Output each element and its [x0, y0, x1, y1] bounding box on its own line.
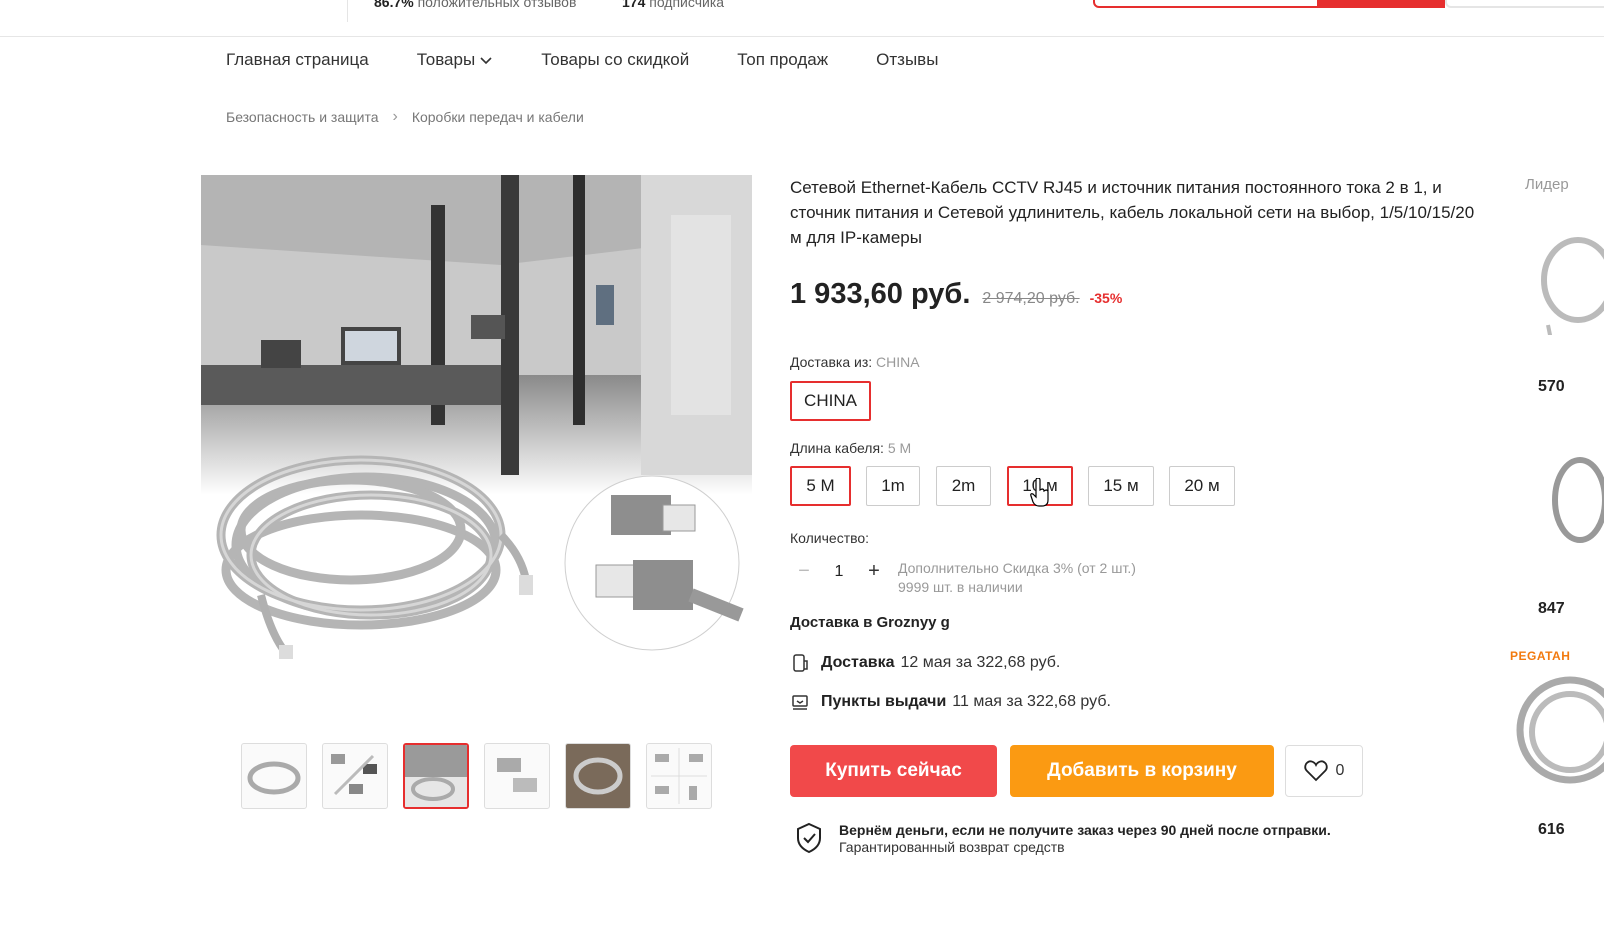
- thumbnail[interactable]: [565, 743, 631, 809]
- recommended-price[interactable]: 847: [1538, 600, 1565, 618]
- pickup-point-icon: [792, 695, 808, 710]
- top-bar: 86.7% положительных отзывов 174 подписчи…: [0, 0, 1604, 37]
- breadcrumb: Безопасность и защита › Коробки передач …: [226, 108, 584, 126]
- shield-check-icon: [797, 822, 821, 854]
- recommended-product-image[interactable]: [1528, 225, 1604, 335]
- guarantee-subline: Гарантированный возврат средств: [839, 839, 1065, 855]
- quantity-plus-button[interactable]: +: [860, 560, 888, 583]
- delivery-courier: Доставка 12 мая за 322,68 руб.: [790, 653, 1060, 673]
- store-rating: 86.7% положительных отзывов: [374, 0, 577, 10]
- search-input[interactable]: [1093, 0, 1321, 8]
- hand-cursor-icon: [1030, 478, 1049, 507]
- length-option-2m[interactable]: 2m: [936, 466, 991, 506]
- breadcrumb-item[interactable]: Безопасность и защита: [226, 109, 379, 125]
- quantity-stepper: − 1 +: [790, 560, 888, 583]
- nav-discounts[interactable]: Товары со скидкой: [541, 50, 689, 70]
- price-block: 1 933,60 руб. 2 974,20 руб. -35%: [790, 278, 1122, 311]
- delivery-destination[interactable]: Доставка в Groznyy g: [790, 614, 950, 631]
- length-option-5m[interactable]: 5 М: [790, 466, 851, 506]
- quantity-value[interactable]: 1: [818, 563, 860, 581]
- length-option-15m[interactable]: 15 м: [1088, 466, 1154, 506]
- wishlist-button[interactable]: 0: [1285, 745, 1363, 797]
- thumbnail-selected[interactable]: [403, 743, 469, 809]
- money-back-guarantee: Вернём деньги, если не получите заказ че…: [795, 822, 1331, 856]
- stock-text: 9999 шт. в наличии: [898, 579, 1023, 595]
- ship-from-option-china[interactable]: CHINA: [790, 381, 871, 421]
- sidebar-header: Лидер: [1525, 176, 1569, 193]
- nav-products[interactable]: Товары: [417, 50, 493, 70]
- thumbnail[interactable]: [646, 743, 712, 809]
- thumbnail[interactable]: [241, 743, 307, 809]
- delivery-pickup: Пункты выдачи 11 мая за 322,68 руб.: [790, 692, 1111, 712]
- product-main-image[interactable]: [201, 175, 752, 695]
- header-box[interactable]: [1445, 0, 1604, 8]
- length-option-20m[interactable]: 20 м: [1169, 466, 1235, 506]
- buy-now-button[interactable]: Купить сейчас: [790, 745, 997, 797]
- ship-from-label: Доставка из: CHINA: [790, 354, 920, 370]
- quantity-minus-button[interactable]: −: [790, 560, 818, 583]
- store-nav: Главная страница Товары Товары со скидко…: [226, 50, 986, 70]
- recommended-product-image[interactable]: [1540, 450, 1604, 560]
- add-to-cart-button[interactable]: Добавить в корзину: [1010, 745, 1274, 797]
- quantity-info: Дополнительно Скидка 3% (от 2 шт.) 9999 …: [898, 559, 1136, 597]
- current-price: 1 933,60 руб.: [790, 278, 971, 310]
- divider: [347, 0, 348, 22]
- delivery-phone-icon: [793, 654, 808, 672]
- chevron-down-icon: [480, 57, 492, 65]
- breadcrumb-item[interactable]: Коробки передач и кабели: [412, 109, 584, 125]
- thumbnail[interactable]: [484, 743, 550, 809]
- discount-badge: -35%: [1089, 290, 1123, 306]
- nav-home[interactable]: Главная страница: [226, 50, 369, 70]
- thumbnail-strip: [241, 743, 712, 809]
- quantity-label: Количество:: [790, 530, 870, 546]
- heart-icon: [1303, 760, 1328, 782]
- recommended-product-image[interactable]: [1510, 670, 1604, 800]
- old-price: 2 974,20 руб.: [982, 290, 1080, 307]
- wishlist-count: 0: [1335, 762, 1345, 779]
- extra-discount-text: Дополнительно Скидка 3% (от 2 шт.): [898, 560, 1136, 576]
- thumbnail[interactable]: [322, 743, 388, 809]
- product-title: Сетевой Ethernet-Кабель CCTV RJ45 и исто…: [790, 178, 1475, 247]
- recommended-price[interactable]: 570: [1538, 378, 1565, 396]
- recommended-price[interactable]: 616: [1538, 821, 1565, 839]
- nav-reviews[interactable]: Отзывы: [876, 50, 938, 70]
- guarantee-headline: Вернём деньги, если не получите заказ че…: [839, 822, 1331, 838]
- cable-length-label: Длина кабеля: 5 М: [790, 440, 912, 456]
- length-option-1m[interactable]: 1m: [866, 466, 920, 506]
- store-subscribers: 174 подписчика: [622, 0, 725, 10]
- recommendations-sidebar: Лидер 570 847 PEGATAH 616: [1510, 170, 1604, 942]
- chevron-right-icon: ›: [392, 108, 398, 125]
- nav-top-sales[interactable]: Топ продаж: [737, 50, 828, 70]
- recommended-brand: PEGATAH: [1510, 649, 1571, 663]
- search-button[interactable]: [1317, 0, 1445, 8]
